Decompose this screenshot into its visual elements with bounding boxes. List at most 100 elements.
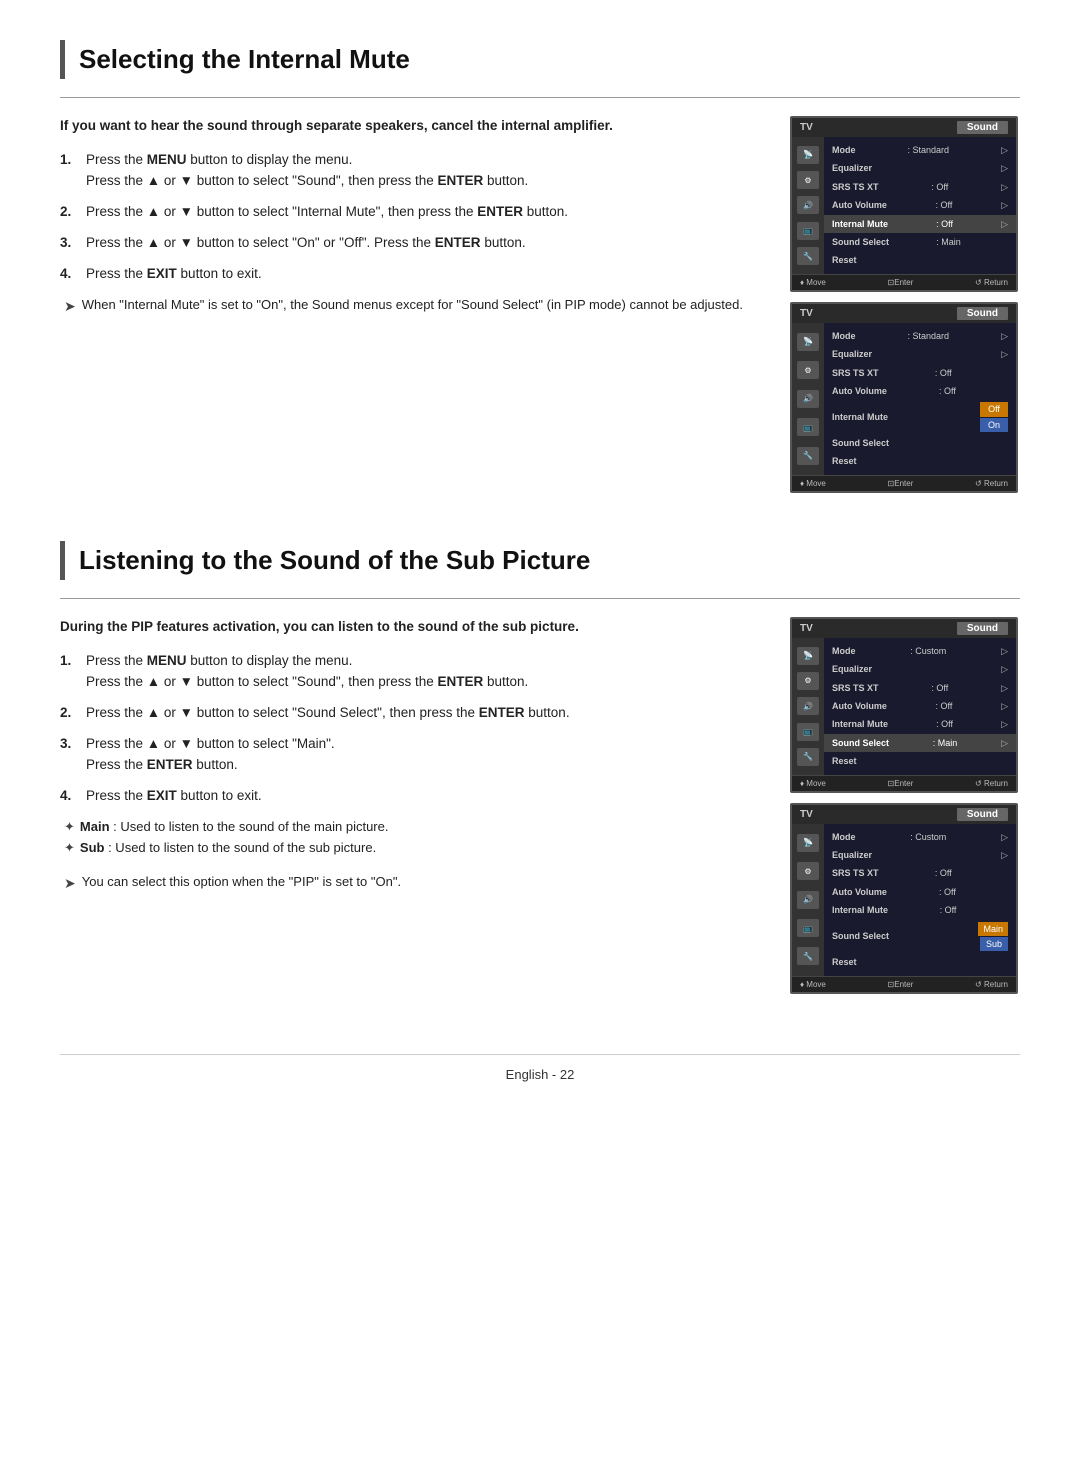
icon4-settings3: 📺	[797, 919, 819, 937]
internal-mute-on-box: On	[980, 418, 1008, 432]
icon-settings3: 📺	[797, 222, 819, 240]
step-2-1: Press the MENU button to display the men…	[60, 651, 766, 693]
section2-title: Listening to the Sound of the Sub Pictur…	[60, 541, 1020, 580]
section1-note: ➤ When "Internal Mute" is set to "On", t…	[60, 295, 766, 317]
section2-text-col: During the PIP features activation, you …	[60, 617, 766, 894]
section1-content: If you want to hear the sound through se…	[60, 116, 1020, 493]
row3-auto-volume: Auto Volume : Off ▷	[824, 697, 1016, 715]
section2-screen1: TV Sound 📡 ⚙ 🔊 📺 🔧 Mode : Custom	[790, 617, 1018, 793]
row2-srs: SRS TS XT : Off	[824, 364, 1016, 382]
bullet-sub: ✦ Sub : Used to listen to the sound of t…	[64, 838, 766, 858]
screen3-body: 📡 ⚙ 🔊 📺 🔧 Mode : Custom ▷ Equal	[792, 638, 1016, 775]
page-footer: English - 22	[60, 1054, 1020, 1082]
row-sound-select-s1: Sound Select : Main	[824, 233, 1016, 251]
icon3-settings1: ⚙	[797, 672, 819, 690]
section1-screen1: TV Sound 📡 ⚙ 🔊 📺 🔧 Mode : Standard	[790, 116, 1018, 292]
step-1-1: Press the MENU button to display the men…	[60, 150, 766, 192]
icon2-settings3: 📺	[797, 418, 819, 436]
icon4-settings2: 🔊	[797, 891, 819, 909]
section1-screens: TV Sound 📡 ⚙ 🔊 📺 🔧 Mode : Standard	[790, 116, 1020, 493]
screen4-header: TV Sound	[792, 805, 1016, 824]
screen1-sound-label: Sound	[957, 121, 1008, 134]
icon4-antenna: 📡	[797, 834, 819, 852]
note-arrow-icon: ➤	[64, 296, 76, 317]
icon-settings1: ⚙	[797, 171, 819, 189]
screen2-header: TV Sound	[792, 304, 1016, 323]
bullet-main: ✦ Main : Used to listen to the sound of …	[64, 817, 766, 837]
row4-sound-select: Sound Select Main Sub	[824, 920, 1016, 954]
section2-content: During the PIP features activation, you …	[60, 617, 1020, 994]
step-1-3: Press the ▲ or ▼ button to select "On" o…	[60, 233, 766, 254]
section2-intro: During the PIP features activation, you …	[60, 617, 766, 637]
row-srs: SRS TS XT : Off ▷	[824, 178, 1016, 196]
icon-settings2: 🔊	[797, 196, 819, 214]
section2-bullets: ✦ Main : Used to listen to the sound of …	[60, 817, 766, 858]
row2-auto-volume: Auto Volume : Off	[824, 382, 1016, 400]
icon4-settings1: ⚙	[797, 862, 819, 880]
icon3-antenna: 📡	[797, 647, 819, 665]
screen2-footer: ♦ Move ⊡Enter ↺ Return	[792, 475, 1016, 491]
row3-equalizer: Equalizer ▷	[824, 660, 1016, 678]
row3-reset: Reset	[824, 752, 1016, 770]
screen3-icons: 📡 ⚙ 🔊 📺 🔧	[792, 638, 824, 775]
sound-select-main-box: Main	[978, 922, 1008, 936]
row2-mode: Mode : Standard ▷	[824, 327, 1016, 345]
screen2-menu: Mode : Standard ▷ Equalizer ▷ SRS TS XT …	[824, 323, 1016, 475]
screen2-body: 📡 ⚙ 🔊 📺 🔧 Mode : Standard ▷ Equ	[792, 323, 1016, 475]
screen2-icons: 📡 ⚙ 🔊 📺 🔧	[792, 323, 824, 475]
screen3-menu: Mode : Custom ▷ Equalizer ▷ SRS TS XT : …	[824, 638, 1016, 775]
screen4-icons: 📡 ⚙ 🔊 📺 🔧	[792, 824, 824, 976]
icon3-settings2: 🔊	[797, 697, 819, 715]
section2-steps: Press the MENU button to display the men…	[60, 651, 766, 807]
screen3-footer: ♦ Move ⊡Enter ↺ Return	[792, 775, 1016, 791]
sound-select-sub-box: Sub	[980, 937, 1008, 951]
screen3-header: TV Sound	[792, 619, 1016, 638]
row3-internal-mute: Internal Mute : Off ▷	[824, 715, 1016, 733]
icon2-antenna: 📡	[797, 333, 819, 351]
screen1-tv-label: TV	[800, 122, 813, 133]
step-2-3: Press the ▲ or ▼ button to select "Main"…	[60, 734, 766, 776]
icon-antenna: 📡	[797, 146, 819, 164]
row3-sound-select: Sound Select : Main ▷	[824, 734, 1016, 752]
screen2-tv-label: TV	[800, 308, 813, 319]
section1-divider	[60, 97, 1020, 98]
screen1-footer: ♦ Move ⊡Enter ↺ Return	[792, 274, 1016, 290]
page-number: English - 22	[506, 1067, 575, 1082]
icon3-settings4: 🔧	[797, 748, 819, 766]
section2-note: ➤ You can select this option when the "P…	[60, 872, 766, 894]
row-mode: Mode : Standard ▷	[824, 141, 1016, 159]
screen1-header: TV Sound	[792, 118, 1016, 137]
section-internal-mute: Selecting the Internal Mute If you want …	[60, 40, 1020, 493]
screen4-menu: Mode : Custom ▷ Equalizer ▷ SRS TS XT : …	[824, 824, 1016, 976]
row-internal-mute-s1: Internal Mute : Off ▷	[824, 215, 1016, 233]
internal-mute-off-box: Off	[980, 402, 1008, 416]
icon2-settings2: 🔊	[797, 390, 819, 408]
row4-srs: SRS TS XT : Off	[824, 864, 1016, 882]
section1-title: Selecting the Internal Mute	[60, 40, 1020, 79]
row-auto-volume: Auto Volume : Off ▷	[824, 196, 1016, 214]
section2-screen2: TV Sound 📡 ⚙ 🔊 📺 🔧 Mode : Custom	[790, 803, 1018, 994]
section1-text-col: If you want to hear the sound through se…	[60, 116, 766, 317]
icon3-settings3: 📺	[797, 723, 819, 741]
row-reset-s1: Reset	[824, 251, 1016, 269]
row4-reset: Reset	[824, 953, 1016, 971]
section1-intro: If you want to hear the sound through se…	[60, 116, 766, 136]
screen4-footer: ♦ Move ⊡Enter ↺ Return	[792, 976, 1016, 992]
section1-screen2: TV Sound 📡 ⚙ 🔊 📺 🔧 Mode : Standard	[790, 302, 1018, 493]
row4-mode: Mode : Custom ▷	[824, 828, 1016, 846]
row3-mode: Mode : Custom ▷	[824, 642, 1016, 660]
row2-reset: Reset	[824, 452, 1016, 470]
note2-arrow-icon: ➤	[64, 873, 76, 894]
screen1-icons: 📡 ⚙ 🔊 📺 🔧	[792, 137, 824, 274]
screen1-body: 📡 ⚙ 🔊 📺 🔧 Mode : Standard ▷ Equ	[792, 137, 1016, 274]
step-2-2: Press the ▲ or ▼ button to select "Sound…	[60, 703, 766, 724]
section1-steps: Press the MENU button to display the men…	[60, 150, 766, 285]
row3-srs: SRS TS XT : Off ▷	[824, 679, 1016, 697]
row-equalizer: Equalizer ▷	[824, 159, 1016, 177]
row2-internal-mute: Internal Mute Off On	[824, 400, 1016, 434]
step-2-4: Press the EXIT button to exit.	[60, 786, 766, 807]
row4-internal-mute: Internal Mute : Off	[824, 901, 1016, 919]
row4-auto-volume: Auto Volume : Off	[824, 883, 1016, 901]
section-sub-picture: Listening to the Sound of the Sub Pictur…	[60, 541, 1020, 994]
icon2-settings1: ⚙	[797, 361, 819, 379]
